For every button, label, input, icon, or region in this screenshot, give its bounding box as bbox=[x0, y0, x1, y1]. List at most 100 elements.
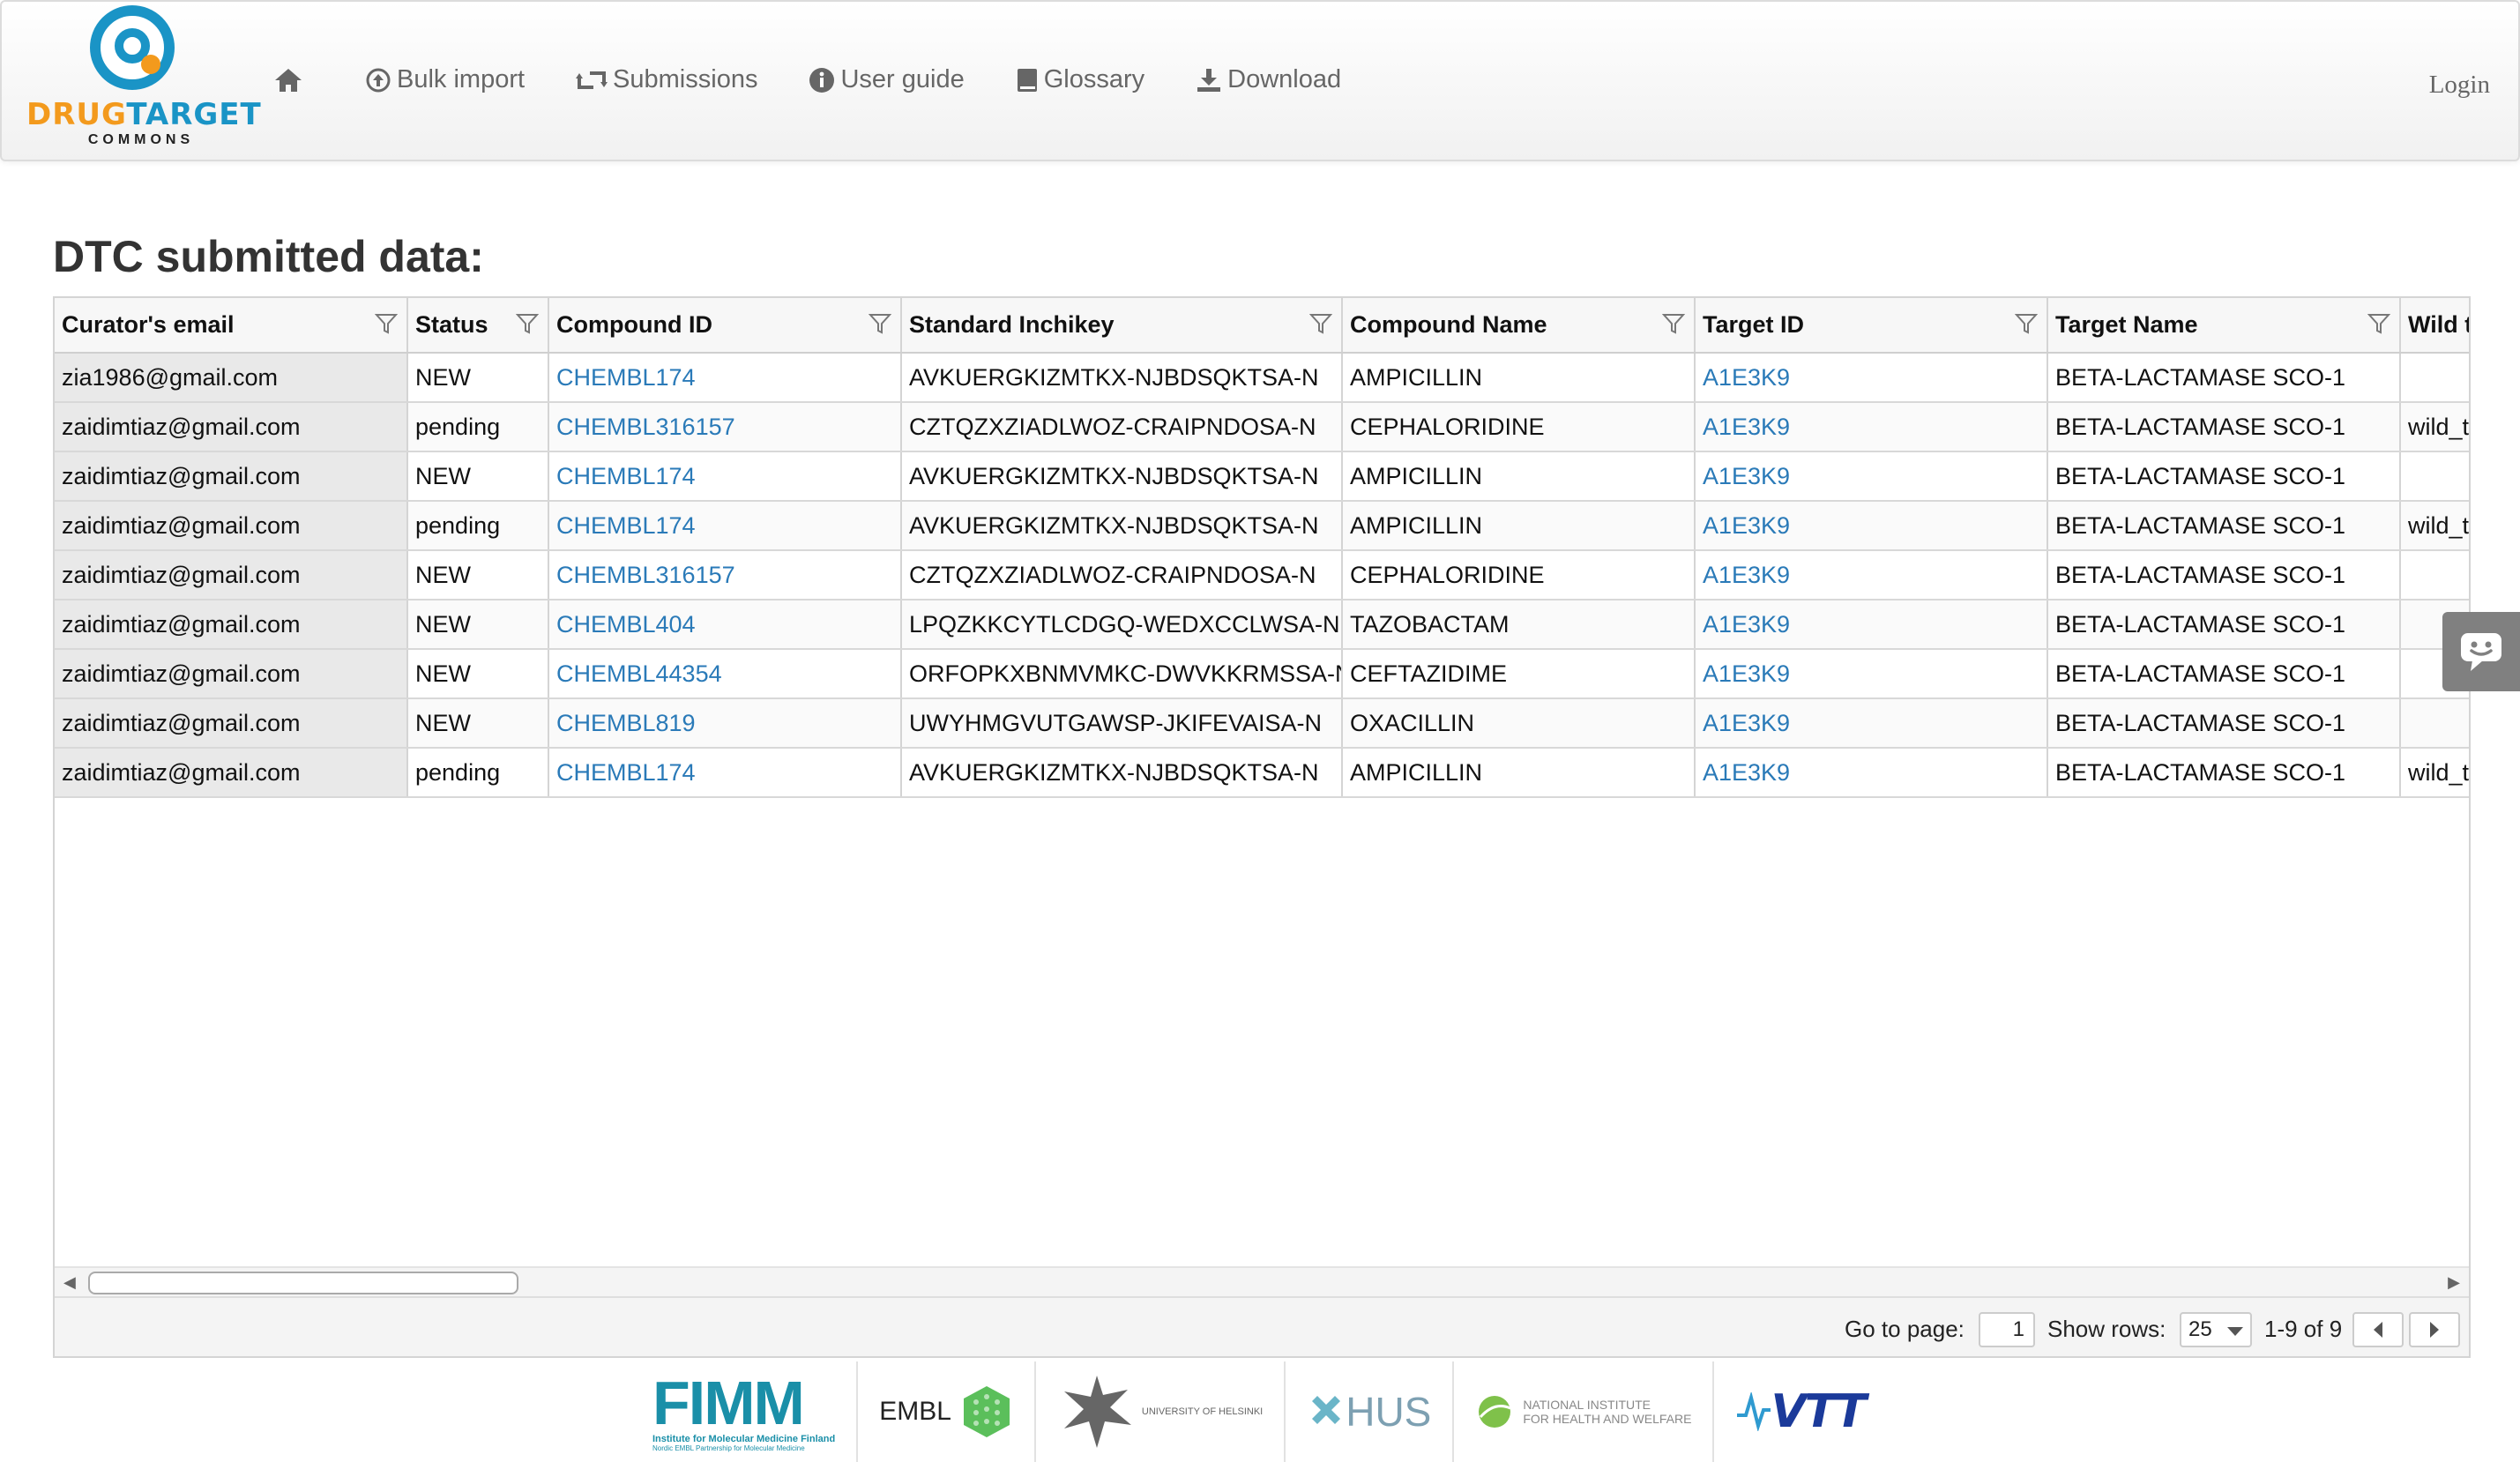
cell-target-id[interactable]: A1E3K9 bbox=[1695, 698, 2048, 749]
cell-target-id[interactable]: A1E3K9 bbox=[1695, 451, 2048, 502]
home-icon bbox=[273, 67, 303, 93]
page-number-input[interactable]: 1 bbox=[1979, 1312, 2035, 1347]
cell-compound-name: AMPICILLIN bbox=[1342, 748, 1696, 798]
cell-compound-id[interactable]: CHEMBL819 bbox=[548, 698, 902, 749]
column-header-status[interactable]: Status bbox=[407, 298, 549, 354]
column-header-standard-inchikey[interactable]: Standard Inchikey bbox=[901, 298, 1343, 354]
filter-icon[interactable] bbox=[516, 312, 539, 335]
target-id-link[interactable]: A1E3K9 bbox=[1703, 759, 1790, 786]
compound-id-link[interactable]: CHEMBL174 bbox=[556, 463, 696, 489]
table-row[interactable]: zaidimtiaz@gmail.com NEW CHEMBL174 AVKUERGK… bbox=[55, 451, 2469, 502]
cell-target-name: BETA-LACTAMASE SCO-1 bbox=[2047, 600, 2401, 650]
cell-compound-id[interactable]: CHEMBL174 bbox=[548, 748, 902, 798]
nav-bulk-import-label: Bulk import bbox=[397, 65, 526, 93]
table-header-row: Curator's email Status Compound ID Stand… bbox=[55, 298, 2469, 354]
target-id-link[interactable]: A1E3K9 bbox=[1703, 463, 1790, 489]
scrollbar-thumb[interactable] bbox=[88, 1272, 518, 1294]
cell-target-id[interactable]: A1E3K9 bbox=[1695, 748, 2048, 798]
target-id-link[interactable]: A1E3K9 bbox=[1703, 364, 1790, 391]
horizontal-scrollbar[interactable]: ◀ ▶ bbox=[55, 1266, 2469, 1296]
previous-page-button[interactable] bbox=[2352, 1312, 2404, 1347]
navbar: DRUGTARGET COMMONS Bulk import Submissio… bbox=[0, 0, 2520, 161]
filter-icon[interactable] bbox=[2367, 312, 2390, 335]
cell-target-name: BETA-LACTAMASE SCO-1 bbox=[2047, 550, 2401, 600]
nav-glossary[interactable]: Glossary bbox=[1016, 65, 1144, 94]
dtc-logo[interactable]: DRUGTARGET COMMONS bbox=[26, 5, 261, 147]
nav-submissions-label: Submissions bbox=[613, 65, 758, 93]
filter-icon[interactable] bbox=[869, 312, 891, 335]
filter-icon[interactable] bbox=[2015, 312, 2038, 335]
table-row[interactable]: zaidimtiaz@gmail.com NEW CHEMBL44354 ORFOPK… bbox=[55, 649, 2469, 699]
chat-widget-button[interactable] bbox=[2442, 612, 2520, 691]
cell-target-id[interactable]: A1E3K9 bbox=[1695, 550, 2048, 600]
university-of-helsinki-logo[interactable]: UNIVERSITY OF HELSINKI bbox=[1036, 1361, 1286, 1462]
cell-compound-id[interactable]: CHEMBL404 bbox=[548, 600, 902, 650]
target-id-link[interactable]: A1E3K9 bbox=[1703, 611, 1790, 638]
cell-target-id[interactable]: A1E3K9 bbox=[1695, 649, 2048, 699]
vtt-logo[interactable]: VTT bbox=[1714, 1361, 1885, 1462]
table-row[interactable]: zia1986@gmail.com NEW CHEMBL174 AVKUERGKIZM… bbox=[55, 353, 2469, 403]
table-row[interactable]: zaidimtiaz@gmail.com NEW CHEMBL819 UWYHMGVU… bbox=[55, 698, 2469, 749]
table-row[interactable]: zaidimtiaz@gmail.com pending CHEMBL174 AVKU… bbox=[55, 501, 2469, 551]
column-header-target-id[interactable]: Target ID bbox=[1695, 298, 2048, 354]
target-id-link[interactable]: A1E3K9 bbox=[1703, 512, 1790, 539]
compound-id-link[interactable]: CHEMBL174 bbox=[556, 512, 696, 539]
next-page-button[interactable] bbox=[2409, 1312, 2460, 1347]
nav-submissions[interactable]: Submissions bbox=[576, 65, 757, 94]
column-header-compound-id[interactable]: Compound ID bbox=[548, 298, 902, 354]
cell-compound-id[interactable]: CHEMBL174 bbox=[548, 353, 902, 403]
scroll-right-arrow-icon[interactable]: ▶ bbox=[2448, 1273, 2460, 1292]
table-row[interactable]: zaidimtiaz@gmail.com NEW CHEMBL404 LPQZKKCY… bbox=[55, 600, 2469, 650]
target-id-link[interactable]: A1E3K9 bbox=[1703, 710, 1790, 736]
cell-compound-id[interactable]: CHEMBL316157 bbox=[548, 402, 902, 452]
compound-id-link[interactable]: CHEMBL174 bbox=[556, 364, 696, 391]
compound-id-link[interactable]: CHEMBL404 bbox=[556, 611, 696, 638]
target-id-link[interactable]: A1E3K9 bbox=[1703, 660, 1790, 687]
compound-id-link[interactable]: CHEMBL316157 bbox=[556, 562, 735, 588]
target-id-link[interactable]: A1E3K9 bbox=[1703, 562, 1790, 588]
logo-subtitle: COMMONS bbox=[87, 132, 195, 147]
column-header-target-name[interactable]: Target Name bbox=[2047, 298, 2401, 354]
login-link[interactable]: Login bbox=[2429, 71, 2490, 100]
compound-id-link[interactable]: CHEMBL316157 bbox=[556, 414, 735, 440]
fimm-logo[interactable]: FIMM Institute for Molecular Medicine Fi… bbox=[631, 1361, 859, 1462]
nav-home[interactable] bbox=[273, 67, 309, 93]
cell-compound-id[interactable]: CHEMBL316157 bbox=[548, 550, 902, 600]
cell-target-id[interactable]: A1E3K9 bbox=[1695, 402, 2048, 452]
cell-curator-email: zaidimtiaz@gmail.com bbox=[55, 698, 408, 749]
cell-compound-id[interactable]: CHEMBL174 bbox=[548, 501, 902, 551]
cell-target-id[interactable]: A1E3K9 bbox=[1695, 600, 2048, 650]
target-id-link[interactable]: A1E3K9 bbox=[1703, 414, 1790, 440]
cell-compound-id[interactable]: CHEMBL44354 bbox=[548, 649, 902, 699]
download-icon bbox=[1196, 67, 1222, 93]
nav-user-guide[interactable]: User guide bbox=[809, 65, 965, 94]
table-row[interactable]: zaidimtiaz@gmail.com pending CHEMBL316157 C… bbox=[55, 402, 2469, 452]
partner-logos: FIMM Institute for Molecular Medicine Fi… bbox=[631, 1361, 1886, 1462]
nav-download[interactable]: Download bbox=[1196, 65, 1341, 94]
column-header-compound-name[interactable]: Compound Name bbox=[1342, 298, 1696, 354]
caret-down-icon bbox=[2227, 1327, 2243, 1336]
cell-standard-inchikey: LPQZKKCYTLCDGQ-WEDXCCLWSA-N bbox=[901, 600, 1343, 650]
cell-status: NEW bbox=[407, 550, 549, 600]
cell-compound-id[interactable]: CHEMBL174 bbox=[548, 451, 902, 502]
thl-logo[interactable]: NATIONAL INSTITUTE FOR HEALTH AND WELFAR… bbox=[1454, 1361, 1715, 1462]
table-row[interactable]: zaidimtiaz@gmail.com NEW CHEMBL316157 CZTQZ… bbox=[55, 550, 2469, 600]
column-header-wild-type[interactable]: Wild t bbox=[2400, 298, 2469, 354]
nav-bulk-import[interactable]: Bulk import bbox=[365, 65, 525, 94]
table-row[interactable]: zaidimtiaz@gmail.com pending CHEMBL174 AVKU… bbox=[55, 748, 2469, 798]
filter-icon[interactable] bbox=[1309, 312, 1332, 335]
column-header-curator-email[interactable]: Curator's email bbox=[55, 298, 408, 354]
compound-id-link[interactable]: CHEMBL44354 bbox=[556, 660, 722, 687]
compound-id-link[interactable]: CHEMBL174 bbox=[556, 759, 696, 786]
cell-target-id[interactable]: A1E3K9 bbox=[1695, 353, 2048, 403]
grid-viewport[interactable]: Curator's email Status Compound ID Stand… bbox=[55, 298, 2469, 1266]
filter-icon[interactable] bbox=[1662, 312, 1685, 335]
hus-logo[interactable]: HUS bbox=[1286, 1361, 1455, 1462]
compound-id-link[interactable]: CHEMBL819 bbox=[556, 710, 696, 736]
info-circle-icon bbox=[809, 67, 835, 93]
rows-per-page-select[interactable]: 25 bbox=[2180, 1312, 2252, 1347]
cell-target-id[interactable]: A1E3K9 bbox=[1695, 501, 2048, 551]
embl-logo[interactable]: EMBL bbox=[858, 1361, 1036, 1462]
scroll-left-arrow-icon[interactable]: ◀ bbox=[63, 1273, 76, 1292]
filter-icon[interactable] bbox=[375, 312, 398, 335]
